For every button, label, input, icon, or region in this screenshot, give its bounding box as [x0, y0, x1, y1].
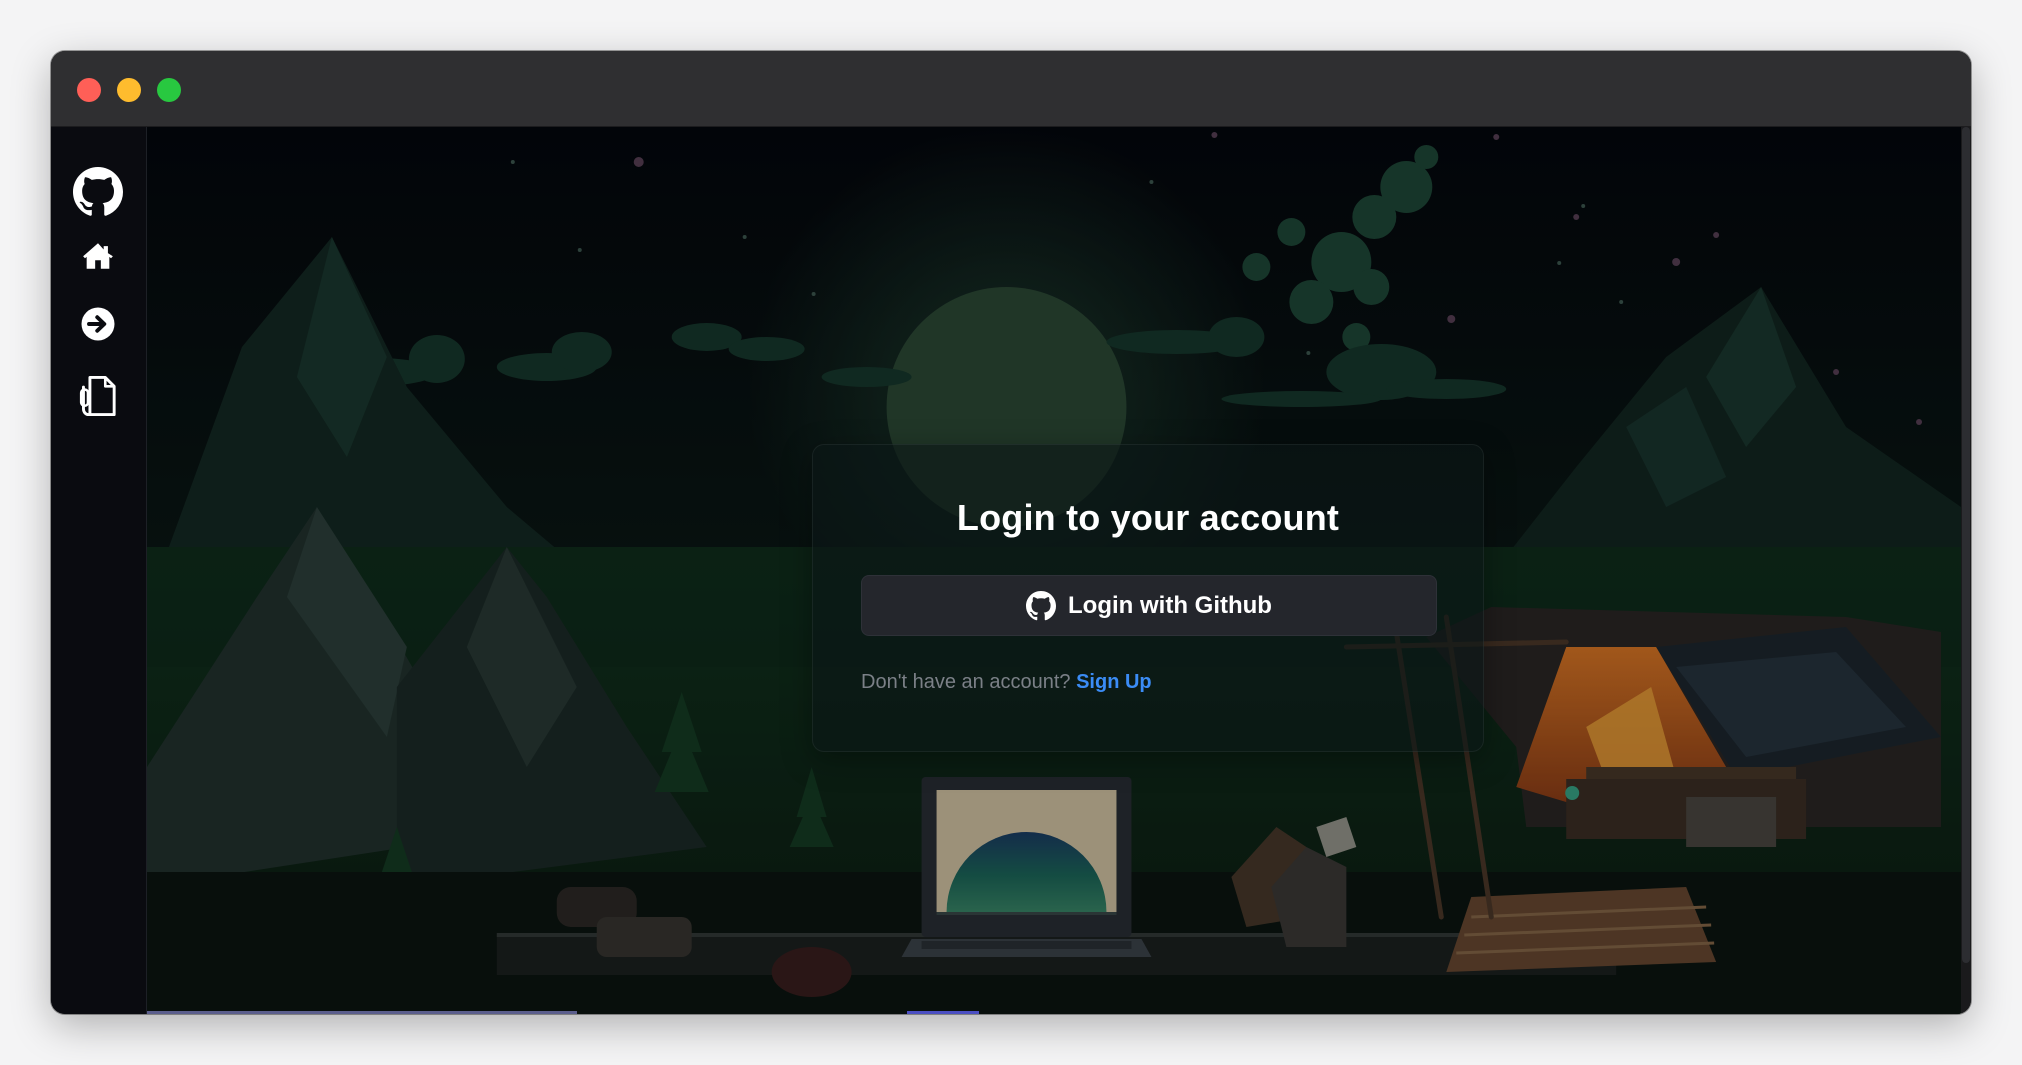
vertical-scrollbar[interactable]: [1961, 127, 1971, 1014]
sidebar: [51, 127, 147, 1014]
sidebar-item-login[interactable]: [71, 297, 125, 351]
login-arrow-icon: [81, 307, 115, 341]
home-icon: [83, 243, 113, 269]
horizontal-scroll-thumb[interactable]: [907, 1011, 979, 1014]
github-logo-icon: [1026, 590, 1057, 620]
github-logo-icon: [73, 167, 123, 216]
signup-prompt-text: Don't have an account?: [861, 671, 1071, 693]
app-window: Login to your account Login with Github …: [51, 51, 1971, 1014]
minimize-window-button[interactable]: [117, 78, 141, 102]
sidebar-item-github[interactable]: [71, 165, 125, 219]
login-with-github-label: Login with Github: [1068, 591, 1272, 619]
window-titlebar: [51, 51, 1971, 127]
sidebar-item-home[interactable]: [71, 229, 125, 283]
signup-link[interactable]: Sign Up: [1076, 671, 1152, 693]
login-with-github-button[interactable]: Login with Github: [861, 575, 1437, 636]
vertical-scrollbar-thumb[interactable]: [1962, 127, 1970, 963]
main-content: Login to your account Login with Github …: [147, 127, 1961, 1014]
document-icon: [79, 375, 116, 417]
sidebar-item-documents[interactable]: [71, 369, 125, 423]
maximize-window-button[interactable]: [157, 78, 181, 102]
login-title: Login to your account: [956, 497, 1340, 538]
horizontal-scroll-indicator: [147, 1011, 577, 1014]
close-window-button[interactable]: [77, 78, 101, 102]
login-card: Login to your account Login with Github …: [812, 444, 1484, 752]
signup-prompt-row: Don't have an account? Sign Up: [861, 671, 1152, 694]
